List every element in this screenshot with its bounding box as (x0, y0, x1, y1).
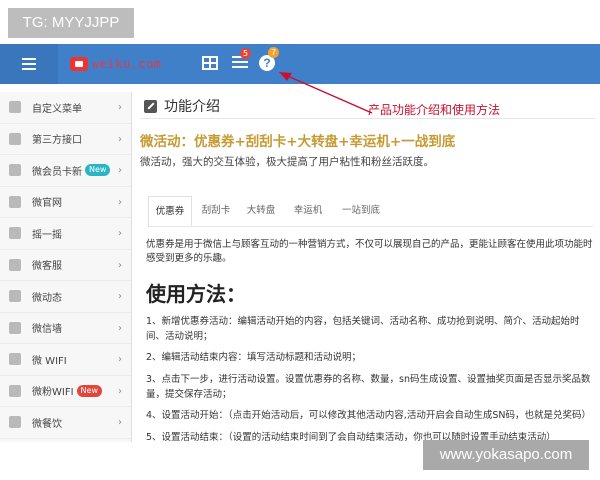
chevron-right-icon: › (118, 291, 122, 302)
sidebar-item-label: 摇一摇 (32, 229, 62, 241)
wall-icon (9, 321, 21, 334)
page-header: 功能介绍 (144, 96, 220, 116)
sidebar-item-label: 自定义菜单 (32, 103, 82, 115)
usage-step: 3、点击下一步，进行活动设置。设置优惠券的名称、数量，sn码生成设置、设置抽奖页… (146, 374, 591, 400)
globe-icon (9, 195, 21, 208)
feature-headline: 微活动：优惠券+刮刮卡+大转盘+幸运机+一战到底 (140, 134, 456, 150)
sidebar-item[interactable]: 微客服 › (0, 250, 131, 281)
sidebar-item[interactable]: 微餐饮 › (0, 407, 131, 439)
help-badge: 7 (268, 47, 280, 58)
shake-icon (9, 227, 21, 240)
sidebar-item[interactable]: 微信墙 › (0, 313, 131, 344)
logo-icon (70, 57, 88, 71)
new-badge: New (85, 164, 111, 177)
watermark-bottom-right: www.yokasapo.com (423, 440, 589, 470)
chevron-right-icon: › (118, 102, 122, 113)
tab-3[interactable]: 幸运机 (286, 196, 330, 226)
usage-step: 1、新增优惠券活动：编辑活动开始的内容，包括关键词、活动名称、成功抢到说明、简介… (146, 316, 580, 342)
usage-title: 使用方法： (146, 282, 246, 306)
description-text: 优惠券是用于微信上与顾客互动的一种营销方式，不仅可以展现自己的产品，更能让顾客在… (146, 239, 593, 264)
tab-2[interactable]: 大转盘 (240, 196, 282, 226)
sidebar-item[interactable]: 自定义菜单 › (0, 92, 131, 124)
chevron-right-icon: › (118, 228, 122, 239)
fork-icon (9, 416, 21, 429)
sidebar-item-label: 微会员卡新 (32, 166, 82, 178)
chevron-right-icon: › (118, 133, 122, 145)
sidebar-item[interactable]: 微粉WIFI New › (0, 376, 131, 407)
tab-4[interactable]: 一站到底 (334, 196, 388, 226)
main-content: 功能介绍 产品功能介绍和使用方法 微活动：优惠券+刮刮卡+大转盘+幸运机+一战到… (140, 92, 595, 443)
new-badge: New (76, 384, 102, 397)
chevron-right-icon: › (118, 196, 122, 208)
user-icon (9, 164, 21, 177)
chevron-right-icon: › (118, 259, 122, 271)
tab-0[interactable]: 优惠券 (148, 196, 192, 226)
brand-text: weiku.com (92, 57, 162, 71)
signal-icon (9, 384, 21, 397)
edit-icon (9, 258, 21, 271)
sidebar-item[interactable]: 第三方接口 › (0, 124, 131, 155)
usage-step: 2、编辑活动结束内容：填写活动标题和活动说明； (146, 352, 362, 363)
tab-bar: 优惠券 刮刮卡 大转盘 幸运机 一站到底 (148, 196, 593, 227)
sidebar-item[interactable]: 微动态 › (0, 281, 131, 313)
feature-subtitle: 微活动，强大的交互体验，极大提高了用户粘性和粉丝活跃度。 (140, 156, 434, 168)
sidebar-item-label: 微粉WIFI (32, 387, 74, 399)
chevron-right-icon: › (118, 385, 122, 397)
annotation-text: 产品功能介绍和使用方法 (368, 103, 501, 117)
tab-1[interactable]: 刮刮卡 (196, 196, 236, 226)
menu-icon (9, 101, 21, 114)
chevron-right-icon: › (118, 417, 122, 428)
sidebar: 自定义菜单 › 第三方接口 › 微会员卡新 New › 微官网 › 摇一摇 › 微客服 › 微动态 › 微信墙… (0, 92, 132, 442)
menu-icon (22, 58, 36, 60)
sidebar-item-label: 第三方接口 (32, 135, 82, 147)
page-title: 功能介绍 (164, 99, 220, 115)
header-divider (140, 118, 595, 119)
grid-icon[interactable] (202, 56, 218, 70)
chevron-right-icon: › (118, 165, 122, 176)
list-badge: 5 (240, 48, 252, 59)
sidebar-item-label: 微餐饮 (32, 418, 62, 430)
watermark-top-left: TG: MYYJJPP (8, 8, 134, 38)
top-navbar: weiku.com 5 ? 7 (0, 44, 600, 84)
sidebar-item-label: 微动态 (32, 292, 62, 304)
chevron-right-icon: › (118, 322, 122, 334)
sidebar-item-label: 微客服 (32, 261, 62, 273)
brand-logo[interactable]: weiku.com (70, 55, 162, 73)
chevron-right-icon: › (118, 354, 122, 365)
signal-icon (9, 353, 21, 366)
sidebar-item-label: 微 WIFI (32, 355, 67, 367)
eye-icon (9, 132, 21, 145)
sidebar-item-label: 微官网 (32, 198, 62, 210)
sidebar-item-label: 微信墙 (32, 324, 62, 336)
gear-icon (9, 290, 21, 303)
sidebar-item[interactable]: 摇一摇 › (0, 218, 131, 250)
usage-step: 4、设置活动开始：（点击开始活动后，可以修改其他活动内容,活动开启会自动生成SN… (146, 410, 591, 421)
menu-toggle-button[interactable] (0, 44, 58, 84)
sidebar-item[interactable]: 微会员卡新 New › (0, 155, 131, 187)
sidebar-item[interactable]: 微 WIFI › (0, 344, 131, 376)
sidebar-item[interactable]: 微官网 › (0, 187, 131, 218)
edit-icon (144, 99, 157, 113)
